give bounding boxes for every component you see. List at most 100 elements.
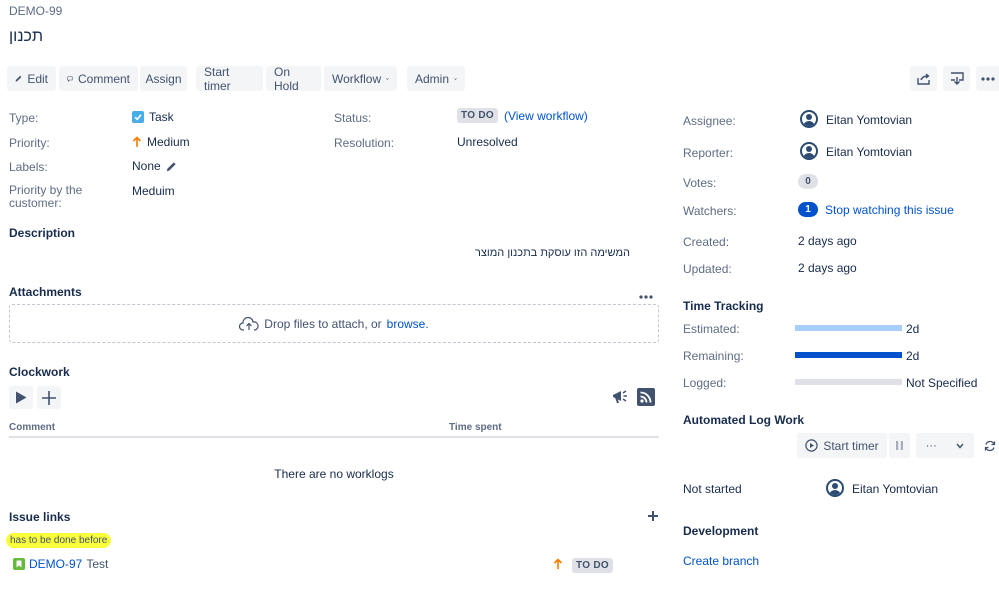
on-hold-button[interactable]: On Hold — [266, 65, 321, 93]
assign-button[interactable]: Assign — [140, 66, 187, 91]
plus-icon — [648, 511, 658, 521]
assignee-name[interactable]: Eitan Yomtovian — [826, 113, 912, 127]
votes-label: Votes: — [683, 176, 717, 190]
clockwork-add-button[interactable] — [37, 386, 61, 409]
workflow-label: Workflow — [332, 71, 382, 86]
priority-by-customer-label: Priority by the customer: — [9, 183, 83, 210]
priority-label: Priority: — [9, 136, 50, 150]
auto-more-label: ··· — [925, 439, 937, 452]
attachment-dropzone[interactable]: Drop files to attach, or browse. — [9, 304, 659, 343]
link-relation-label: has to be done before — [6, 533, 112, 548]
create-branch-link[interactable]: Create branch — [683, 554, 759, 568]
story-icon — [13, 558, 25, 570]
auto-more-dropdown[interactable]: ··· — [916, 433, 974, 458]
share-button[interactable] — [910, 66, 937, 91]
auto-pause-button[interactable] — [889, 433, 910, 458]
arrow-up-icon — [132, 136, 142, 147]
remaining-label: Remaining: — [683, 349, 744, 363]
export-button[interactable] — [943, 66, 970, 91]
worklog-column-time-spent: Time spent — [449, 422, 502, 433]
description-heading: Description — [9, 226, 76, 240]
resolution-label: Resolution: — [334, 136, 395, 150]
more-icon — [639, 295, 653, 299]
comment-label: Comment — [77, 71, 130, 86]
rss-feed-button[interactable] — [637, 388, 655, 406]
clockwork-play-button[interactable] — [9, 386, 33, 409]
rss-icon — [640, 391, 652, 403]
priority-by-customer-value: Meduim — [132, 184, 175, 198]
status-label: Status: — [334, 111, 372, 125]
estimated-bar-fill — [795, 325, 902, 331]
remaining-bar-track — [795, 352, 902, 358]
auto-state: Not started — [683, 482, 742, 496]
status-lozenge: TO DO — [457, 108, 498, 123]
admin-dropdown[interactable]: Admin — [407, 66, 465, 91]
browse-link[interactable]: browse. — [387, 317, 429, 331]
labels-label: Labels: — [9, 160, 48, 174]
workflow-dropdown[interactable]: Workflow — [324, 66, 397, 91]
worklog-column-comment: Comment — [9, 422, 56, 433]
more-actions-button[interactable] — [976, 66, 999, 91]
assignee-avatar — [800, 110, 818, 128]
pause-icon — [896, 441, 903, 450]
auto-start-timer-button[interactable]: Start timer — [797, 433, 887, 458]
linked-issue-status: TO DO — [572, 557, 613, 573]
remaining-bar-fill — [795, 352, 902, 358]
description-text[interactable]: המשימה הזו עוסקת בתכנון המוצר — [440, 247, 630, 259]
attachments-heading: Attachments — [9, 285, 82, 299]
logged-bar-track — [795, 379, 902, 385]
issue-key[interactable]: DEMO-99 — [9, 4, 62, 18]
comment-icon — [67, 75, 73, 82]
estimated-label: Estimated: — [683, 322, 740, 336]
votes-count[interactable]: 0 — [798, 174, 818, 189]
start-timer-button[interactable]: Start timer — [196, 65, 263, 93]
reporter-label: Reporter: — [683, 146, 734, 160]
development-heading: Development — [683, 524, 759, 538]
labels-value[interactable]: None — [132, 159, 177, 173]
estimated-bar-track — [795, 325, 902, 331]
plus-icon — [42, 390, 56, 405]
announce-button[interactable] — [611, 388, 629, 408]
auto-user-name[interactable]: Eitan Yomtovian — [852, 482, 938, 496]
issue-title[interactable]: תכנון — [9, 28, 43, 46]
clockwork-heading: Clockwork — [9, 365, 70, 379]
pencil-icon — [15, 75, 22, 82]
updated-value: 2 days ago — [798, 261, 857, 275]
linked-issue-status-lozenge: TO DO — [572, 558, 613, 573]
export-icon — [950, 72, 964, 85]
time-tracking-heading: Time Tracking — [683, 299, 764, 313]
worklog-header-divider — [9, 436, 659, 438]
priority-text: Medium — [147, 135, 190, 149]
play-icon — [16, 391, 27, 404]
estimated-value: 2d — [906, 322, 920, 336]
assignee-label: Assignee: — [683, 114, 736, 128]
task-checkbox-icon — [132, 111, 144, 123]
attachments-more-button[interactable] — [639, 288, 653, 302]
comment-button[interactable]: Comment — [59, 66, 138, 91]
chevron-down-icon — [454, 77, 457, 80]
chevron-down-icon — [386, 77, 389, 80]
linked-issue-key[interactable]: DEMO-97 — [29, 557, 82, 571]
refresh-button[interactable] — [984, 440, 996, 455]
created-value: 2 days ago — [798, 234, 857, 248]
pencil-icon[interactable] — [166, 161, 177, 172]
more-icon — [980, 76, 995, 81]
add-issue-link-button[interactable] — [648, 510, 658, 524]
stop-watching-link[interactable]: Stop watching this issue — [825, 203, 954, 217]
watchers-count[interactable]: 1 — [798, 202, 818, 217]
created-label: Created: — [683, 235, 730, 249]
linked-issue-title[interactable]: Test — [86, 557, 108, 571]
arrow-up-icon — [553, 558, 563, 569]
chevron-down-icon — [956, 443, 964, 449]
issue-links-heading: Issue links — [9, 510, 71, 524]
logged-label: Logged: — [683, 376, 727, 390]
refresh-icon — [984, 440, 996, 452]
type-value: Task — [132, 110, 174, 124]
edit-button[interactable]: Edit — [7, 66, 56, 91]
type-text: Task — [149, 110, 174, 124]
view-workflow-link[interactable]: (View workflow) — [504, 109, 588, 123]
linked-issue-row[interactable]: DEMO-97 Test — [13, 557, 108, 571]
remaining-value: 2d — [906, 349, 920, 363]
reporter-name[interactable]: Eitan Yomtovian — [826, 145, 912, 159]
drop-text: Drop files to attach, or — [264, 316, 382, 331]
